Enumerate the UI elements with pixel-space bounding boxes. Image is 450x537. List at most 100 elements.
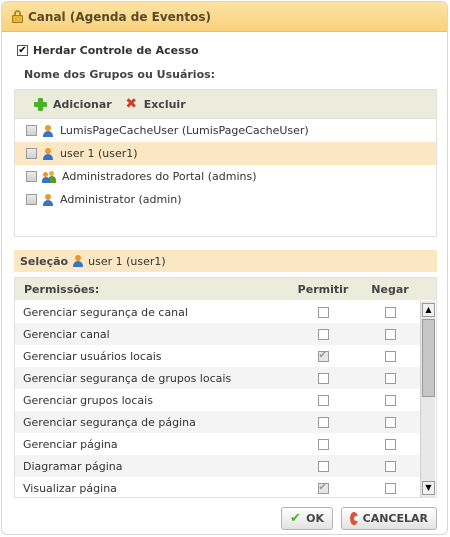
deny-checkbox[interactable] [384,328,396,340]
allow-cell [285,438,361,450]
deny-checkbox[interactable] [384,394,396,406]
inherit-access-label: Herdar Controle de Acesso [33,44,199,57]
permission-name: Visualizar página [23,481,117,495]
allow-checkbox[interactable] [317,416,329,428]
deny-cell [361,306,419,318]
allow-cell [285,350,361,362]
deny-checkbox[interactable] [384,438,396,450]
permission-name: Gerenciar canal [23,327,110,341]
group-list: LumisPageCacheUser (LumisPageCacheUser) … [15,119,436,211]
groups-panel: Adicionar ✖ Excluir LumisPageCacheUser (… [14,89,437,237]
groups-toolbar: Adicionar ✖ Excluir [15,90,436,119]
permission-row: Gerenciar canal [15,323,420,345]
inherit-access-checkbox[interactable] [17,45,28,56]
lock-icon [12,10,23,23]
group-item-checkbox[interactable] [26,125,37,136]
allow-checkbox[interactable] [317,350,329,362]
permissions-header: Permissões: Permitir Negar [15,278,436,300]
permissions-scrollbar[interactable]: ▲ ▼ [420,301,435,497]
allow-checkbox[interactable] [317,482,329,494]
allow-cell [285,482,361,494]
group-item-checkbox[interactable] [26,194,37,205]
group-item[interactable]: Administradores do Portal (admins) [15,165,436,188]
ok-button-label: OK [306,512,324,525]
deny-cell [361,438,419,450]
user-icon [72,255,84,267]
user-icon [42,124,54,137]
deny-cell [361,416,419,428]
delete-button-label: Excluir [143,97,186,111]
groups-label: Nome dos Grupos ou Usuários: [24,68,216,81]
permission-name: Gerenciar grupos locais [23,393,153,407]
selection-label: Seleção [20,254,69,268]
selected-user: user 1 (user1) [88,254,166,268]
plus-icon [34,97,47,111]
deny-cell [361,350,419,362]
deny-checkbox[interactable] [384,350,396,362]
deny-cell [361,394,419,406]
allow-cell [285,416,361,428]
allow-checkbox[interactable] [317,372,329,384]
allow-cell [285,328,361,340]
permission-name: Gerenciar segurança de canal [23,305,188,319]
permission-row: Gerenciar segurança de grupos locais [15,367,420,389]
allow-cell [285,394,361,406]
group-item-checkbox[interactable] [26,148,37,159]
inherit-access-row: Herdar Controle de Acesso [17,44,199,57]
cancel-button-label: CANCELAR [362,512,428,525]
permission-name: Gerenciar usuários locais [23,349,162,363]
group-item-label: Administrator (admin) [60,193,182,206]
scroll-thumb[interactable] [422,319,435,397]
allow-checkbox[interactable] [317,328,329,340]
group-item-label: user 1 (user1) [60,147,138,160]
scroll-up-arrow-icon[interactable]: ▲ [422,303,435,317]
permissions-dialog: Canal (Agenda de Eventos) Herdar Control… [1,1,448,535]
permissions-rows: Gerenciar segurança de canal Gerenciar ca… [15,301,420,499]
deny-checkbox[interactable] [384,460,396,472]
permission-row: Gerenciar segurança de canal [15,301,420,323]
deny-checkbox[interactable] [384,306,396,318]
allow-cell [285,306,361,318]
deny-cell [361,328,419,340]
deny-checkbox[interactable] [384,372,396,384]
allow-column-header: Permitir [297,282,349,296]
checkmark-icon: ✔ [290,510,301,526]
user-icon [42,147,54,160]
deny-cell [361,482,419,494]
permission-row: Diagramar página [15,455,420,477]
allow-checkbox[interactable] [317,438,329,450]
allow-cell [285,460,361,472]
permissions-column-header: Permissões: [24,282,100,296]
permission-row: Gerenciar segurança de página [15,411,420,433]
allow-checkbox[interactable] [317,460,329,472]
group-item[interactable]: user 1 (user1) [15,142,436,165]
group-item-checkbox[interactable] [26,171,37,182]
cancel-icon [350,512,359,525]
ok-button[interactable]: ✔ OK [281,507,333,530]
permissions-table: Permissões: Permitir Negar Gerenciar seg… [14,277,437,498]
permission-name: Gerenciar segurança de grupos locais [23,371,232,385]
group-item[interactable]: Administrator (admin) [15,188,436,211]
permission-row: Gerenciar usuários locais [15,345,420,367]
group-item[interactable]: LumisPageCacheUser (LumisPageCacheUser) [15,119,436,142]
permission-row: Visualizar página [15,477,420,499]
permission-name: Gerenciar segurança de página [23,415,196,429]
deny-checkbox[interactable] [384,416,396,428]
user-icon [42,193,54,206]
deny-column-header: Negar [371,282,409,296]
users-icon [42,170,56,183]
permission-name: Gerenciar página [23,437,118,451]
permission-row: Gerenciar grupos locais [15,389,420,411]
cancel-button[interactable]: CANCELAR [341,507,437,530]
deny-cell [361,372,419,384]
add-button-label: Adicionar [53,97,112,111]
allow-checkbox[interactable] [317,394,329,406]
allow-checkbox[interactable] [317,306,329,318]
deny-checkbox[interactable] [384,482,396,494]
add-button[interactable]: Adicionar [34,97,112,111]
delete-button[interactable]: ✖ Excluir [125,97,186,111]
permission-name: Diagramar página [23,459,123,473]
scroll-down-arrow-icon[interactable]: ▼ [422,481,435,495]
group-item-label: LumisPageCacheUser (LumisPageCacheUser) [60,124,309,137]
group-item-label: Administradores do Portal (admins) [62,170,257,183]
